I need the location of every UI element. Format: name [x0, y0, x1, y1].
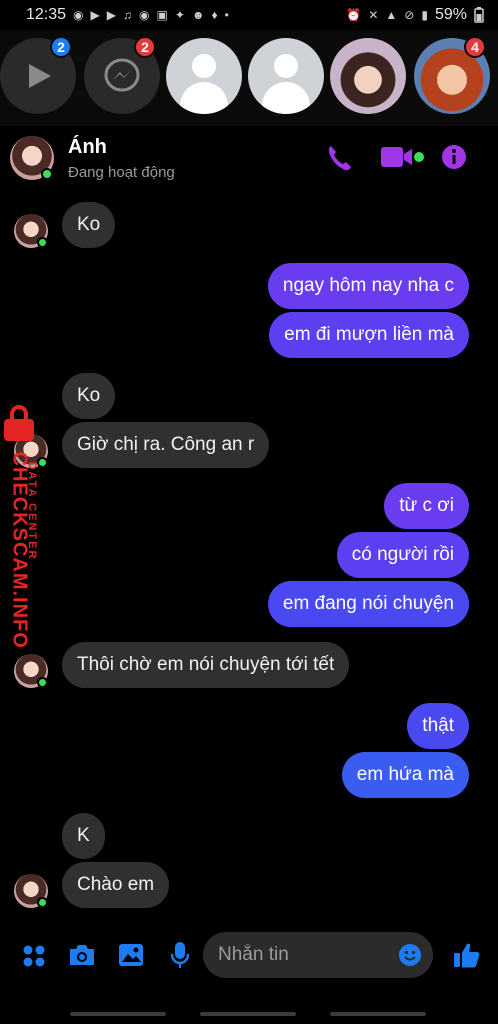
battery-icon — [474, 7, 484, 23]
chat-head-contact-2[interactable] — [248, 38, 324, 114]
dot-icon: • — [224, 8, 229, 22]
system-nav-bar — [0, 1000, 498, 1024]
unread-badge: 4 — [464, 36, 486, 58]
chat-heads-strip: 2 2 4 — [0, 30, 498, 126]
status-left: 12:35 ◉ ▶ ▶ ♫ ◉ ▣ ✦ ☻ ♦ • — [26, 6, 229, 24]
message-bubble-outgoing[interactable]: em đi mượn liền mà — [269, 312, 469, 358]
message-bubble-incoming[interactable]: Chào em — [62, 862, 170, 908]
message-bubble-incoming[interactable]: Ko — [62, 202, 116, 248]
online-indicator — [37, 897, 48, 908]
clock: 12:35 — [26, 6, 67, 23]
message-bubble-outgoing[interactable]: từ c ơi — [384, 483, 469, 529]
watermark: DATA CENTER CHECKSCAM.INFO — [2, 405, 48, 649]
video-call-icon[interactable] — [380, 144, 414, 170]
default-avatar-icon — [166, 38, 242, 114]
message-bubble-outgoing[interactable]: có người rồi — [336, 532, 469, 578]
message-bubble-outgoing[interactable]: thật — [407, 703, 469, 749]
play-icon — [29, 64, 51, 88]
default-avatar-icon — [248, 38, 324, 114]
activity-status: Đang hoạt động — [68, 164, 175, 181]
online-indicator — [37, 237, 48, 248]
chat-head-contact-photo[interactable] — [330, 38, 406, 114]
chat-head-messenger[interactable]: 2 — [84, 36, 160, 114]
info-icon[interactable] — [441, 144, 467, 170]
mute-icon: ✕ — [368, 8, 379, 22]
message-composer — [0, 928, 498, 982]
status-right: ⏰ ✕ ▲ ⊘ ▮ 59% — [346, 6, 484, 24]
tiktok-icon: ♫ — [123, 8, 132, 22]
nav-back-button[interactable] — [330, 1012, 426, 1016]
thumbs-up-icon[interactable] — [453, 941, 481, 969]
twitter-icon: ✦ — [174, 8, 185, 22]
pinterest-icon: ◉ — [139, 8, 150, 22]
message-bubble-outgoing[interactable]: ngay hôm nay nha c — [267, 263, 469, 309]
chat-head-contact-1[interactable] — [166, 38, 242, 114]
battery-level: 59% — [434, 6, 467, 23]
microphone-icon[interactable] — [170, 941, 190, 969]
nav-recents-button[interactable] — [70, 1012, 166, 1016]
message-bubble-incoming[interactable]: Giờ chị ra. Công an r — [62, 422, 270, 468]
contact-photo-avatar — [330, 38, 406, 114]
wifi-icon: ▲ — [385, 8, 398, 22]
message-bubble-incoming[interactable]: Ko — [62, 373, 116, 419]
unread-badge: 2 — [50, 36, 72, 58]
gallery-icon[interactable] — [118, 943, 144, 967]
lock-icon — [4, 405, 34, 441]
message-bubble-incoming[interactable]: K — [62, 813, 105, 859]
unread-badge: 2 — [134, 36, 156, 58]
contact-name[interactable]: Ánh — [68, 136, 107, 159]
youtube-icon: ▶ — [106, 8, 116, 22]
messenger-icon: ◉ — [73, 8, 84, 22]
chat-head-video-app[interactable]: 2 — [0, 36, 76, 114]
camera-icon[interactable] — [68, 943, 96, 967]
message-bubble-outgoing[interactable]: em đang nói chuyện — [267, 581, 469, 627]
status-bar: 12:35 ◉ ▶ ▶ ♫ ◉ ▣ ✦ ☻ ♦ • ⏰ ✕ ▲ ⊘ ▮ 59% — [0, 0, 498, 30]
no-disturb-icon: ⊘ — [404, 8, 415, 22]
zalo-icon: ▣ — [156, 8, 168, 22]
chat-header: Ánh Đang hoạt động — [0, 126, 498, 192]
chat-head-contact-cartoon[interactable]: 4 — [414, 36, 490, 114]
signal-icon: ▮ — [421, 8, 428, 22]
reddit-icon: ☻ — [191, 8, 205, 22]
online-indicator — [41, 168, 53, 180]
android-icon: ♦ — [211, 8, 218, 22]
online-indicator — [37, 677, 48, 688]
watermark-title: CHECKSCAM.INFO — [8, 451, 31, 649]
phone-icon[interactable] — [326, 144, 352, 172]
messenger-icon — [104, 58, 140, 92]
message-bubble-incoming[interactable]: Thôi chờ em nói chuyện tới tết — [62, 642, 350, 688]
message-bubble-outgoing[interactable]: em hứa mà — [341, 752, 469, 798]
youtube-icon: ▶ — [90, 8, 100, 22]
apps-icon[interactable] — [22, 944, 46, 968]
nav-home-button[interactable] — [200, 1012, 296, 1016]
emoji-icon[interactable] — [398, 943, 422, 967]
alarm-icon: ⏰ — [346, 8, 362, 22]
video-online-indicator — [414, 152, 424, 162]
